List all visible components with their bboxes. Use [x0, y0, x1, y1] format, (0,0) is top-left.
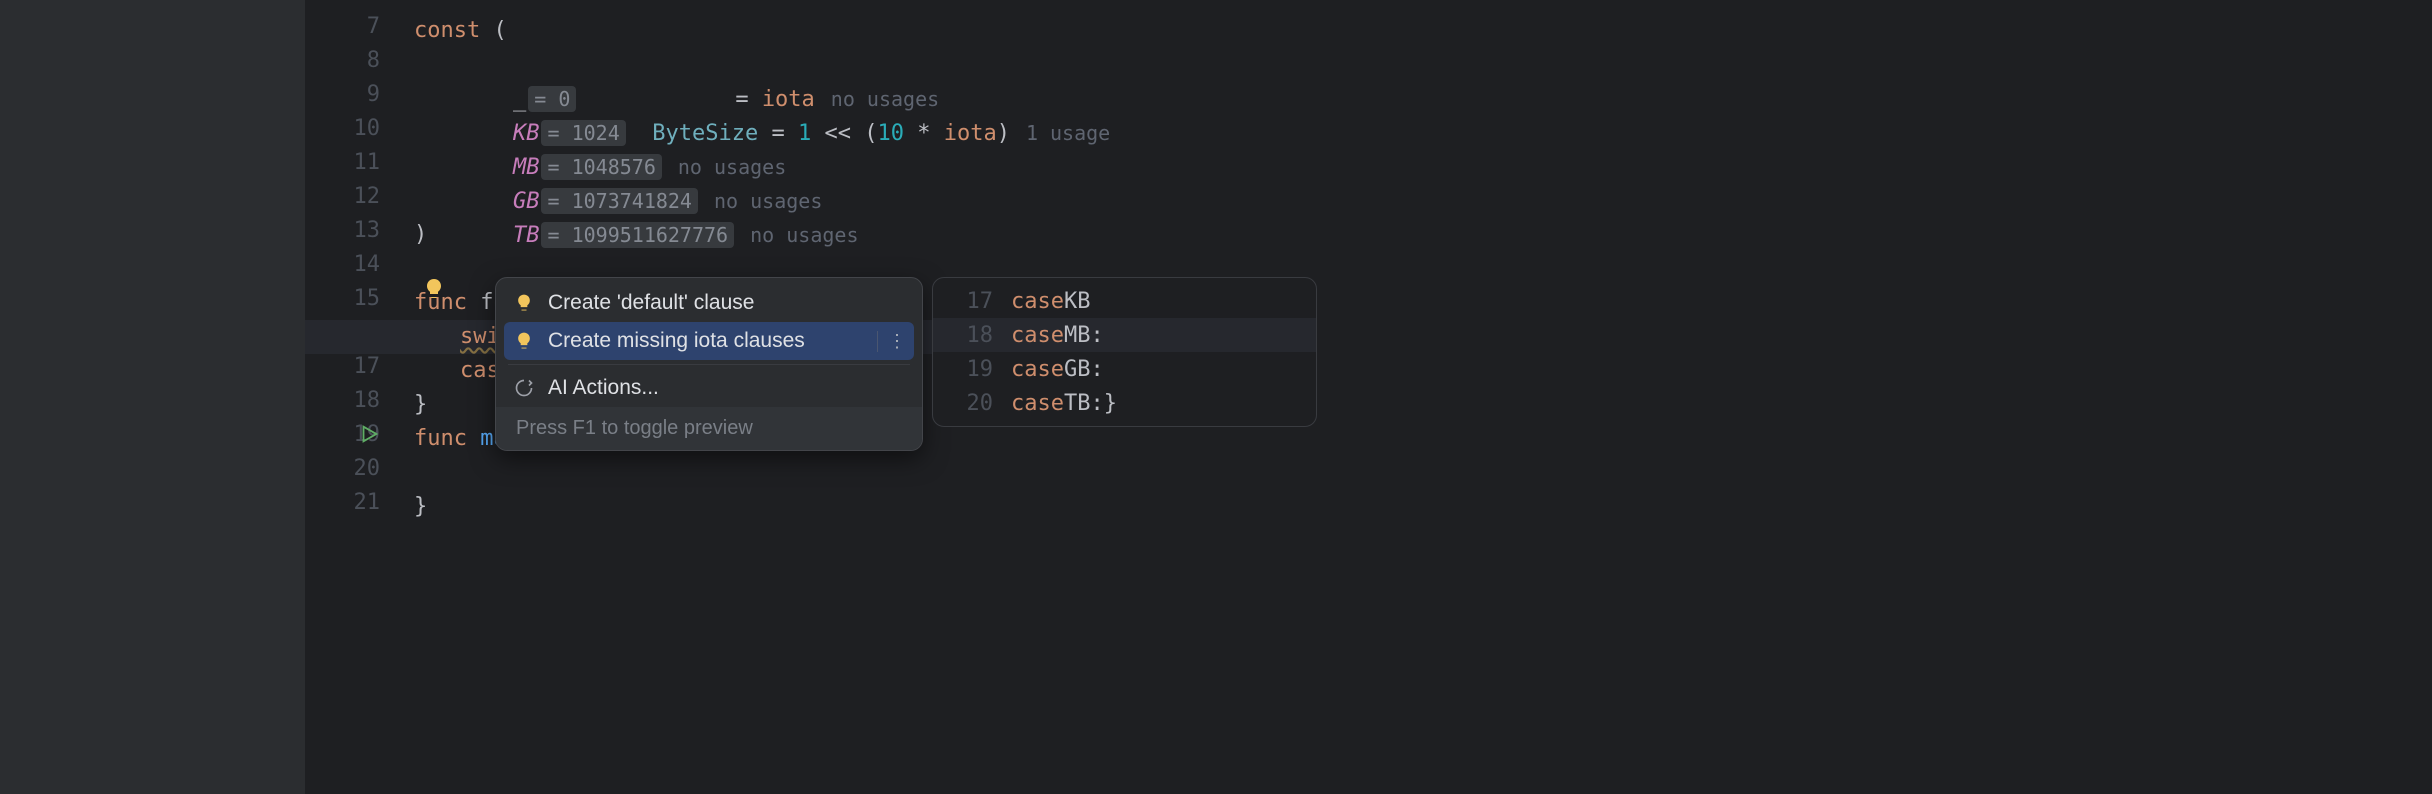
- intention-preview-panel: 17case KB 18case MB: 19case GB: 20case T…: [932, 277, 1317, 427]
- preview-line: 18case MB:: [933, 318, 1316, 352]
- project-panel[interactable]: [0, 0, 305, 794]
- line-number[interactable]: 18: [305, 388, 410, 422]
- popup-footer: Press F1 to toggle preview: [496, 407, 922, 450]
- switch-keyword: swi: [460, 324, 500, 349]
- const-tb: TB: [513, 223, 540, 248]
- ai-icon: [514, 378, 534, 398]
- bulb-icon: [514, 293, 534, 313]
- bulb-icon: [514, 331, 534, 351]
- line-number[interactable]: 8: [305, 48, 410, 82]
- preview-line: 20case TB: }: [933, 386, 1316, 420]
- usage-hint: 1 usage: [1026, 121, 1110, 145]
- intention-label: Create missing iota clauses: [548, 329, 805, 353]
- line-number[interactable]: 11: [305, 150, 410, 184]
- more-icon[interactable]: ⋮: [877, 331, 906, 352]
- line-number[interactable]: 17: [305, 354, 410, 388]
- intention-label: Create 'default' clause: [548, 291, 754, 315]
- line-number[interactable]: 7: [305, 14, 410, 48]
- preview-line: 17case KB: [933, 284, 1316, 318]
- inlay-hint: = 1099511627776: [541, 222, 734, 248]
- line-number[interactable]: 10: [305, 116, 410, 150]
- line-number[interactable]: 15: [305, 286, 410, 320]
- line-number[interactable]: 20: [305, 456, 410, 490]
- intention-create-missing-iota[interactable]: Create missing iota clauses ⋮: [504, 322, 914, 360]
- intention-ai-actions[interactable]: AI Actions...: [496, 369, 922, 407]
- line-number[interactable]: 21: [305, 490, 410, 524]
- editor-gutter[interactable]: 7 8 9 10 11 12 13 14 15 16 17 18 19 20 2…: [305, 0, 410, 794]
- line-number[interactable]: 9: [305, 82, 410, 116]
- line-number[interactable]: 13: [305, 218, 410, 252]
- line-number[interactable]: 14: [305, 252, 410, 286]
- preview-line: 19case GB:: [933, 352, 1316, 386]
- intention-label: AI Actions...: [548, 376, 659, 400]
- run-icon[interactable]: [358, 423, 382, 447]
- line-number[interactable]: 12: [305, 184, 410, 218]
- usage-hint: no usages: [750, 223, 858, 247]
- intention-actions-popup: Create 'default' clause Create missing i…: [495, 277, 923, 451]
- intention-create-default[interactable]: Create 'default' clause: [496, 284, 922, 322]
- separator: [508, 364, 910, 365]
- keyword-const: const: [414, 18, 480, 43]
